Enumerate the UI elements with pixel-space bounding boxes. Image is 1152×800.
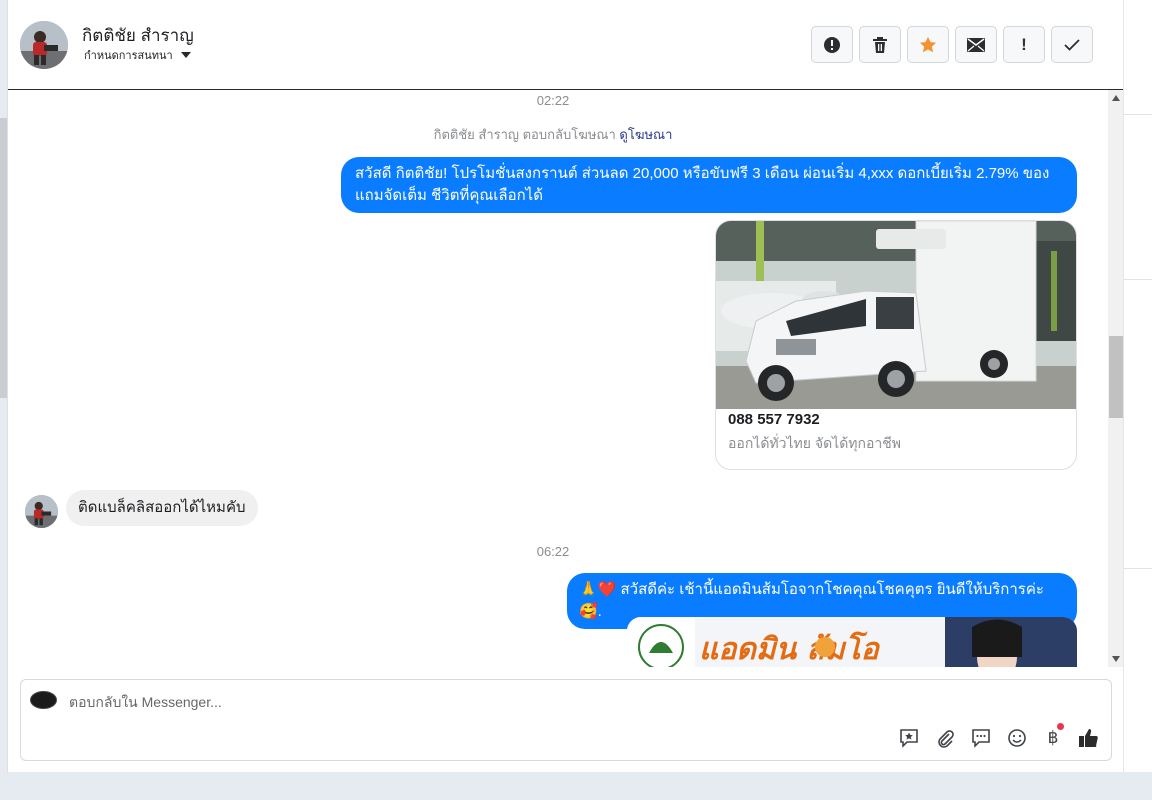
star-button[interactable] (907, 26, 949, 63)
scroll-up-icon[interactable] (1112, 95, 1120, 101)
card-phone-number: 088 557 7932 (728, 411, 820, 428)
done-button[interactable] (1051, 26, 1093, 63)
card-description: ออกได้ทั่วไทย จัดได้ทุกอาชีพ (728, 435, 902, 451)
ad-reply-notice: กิตติชัย สำราญ ตอบกลับโฆษณา ดูโฆษณา (8, 124, 1098, 145)
outgoing-message-promo[interactable]: สวัสดี กิตติชัย! โปรโมชั่นสงกรานต์ ส่วนล… (341, 157, 1077, 213)
ad-card[interactable]: 088 557 7932 ออกได้ทั่วไทย จัดได้ทุกอาชี… (715, 220, 1077, 470)
sender-avatar[interactable] (25, 495, 58, 528)
report-button[interactable] (811, 26, 853, 63)
alert-circle-icon (823, 36, 841, 54)
message-thread[interactable]: 02:22 กิตติชัย สำราญ ตอบกลับโฆษณา ดูโฆษณ… (8, 90, 1124, 667)
banner-text: แอดมิน ส้มโอ (699, 631, 881, 667)
incoming-message[interactable]: ติดแบล็คลิสออกได้ไหมคับ (66, 490, 258, 526)
truck-photo (716, 221, 1076, 409)
important-button[interactable]: ! (1003, 26, 1045, 63)
right-side-panel-edge (1123, 0, 1152, 772)
mail-icon (967, 37, 985, 52)
promo-line-1: สวัสดี กิตติชัย! โปรโมชั่นสงกรานต์ ส่วนล… (355, 165, 1050, 182)
timestamp: 06:22 (536, 544, 570, 559)
contact-name[interactable]: กิตติชัย สำราญ (82, 22, 194, 49)
saved-reply-icon[interactable] (897, 726, 921, 750)
divider (1124, 568, 1152, 569)
baht-label: ฿ (1047, 728, 1059, 747)
exclamation-icon: ! (1021, 34, 1027, 54)
promo-line-2: แถมจัดเต็ม ชีวิตที่คุณเลือกได้ (355, 187, 543, 204)
notification-dot (1057, 723, 1064, 730)
scroll-thumb[interactable] (1109, 336, 1123, 418)
divider (1124, 279, 1152, 280)
chat-icon[interactable] (969, 726, 993, 750)
check-icon (1064, 38, 1080, 51)
reply-composer: ฿ (20, 679, 1112, 761)
conversation-schedule-dropdown[interactable]: กำหนดการสนทนา (84, 46, 191, 64)
view-ad-link[interactable]: ดูโฆษณา (619, 127, 672, 142)
contact-avatar[interactable] (20, 21, 68, 69)
attach-icon[interactable] (933, 726, 957, 750)
composer-toolbar: ฿ (897, 723, 1101, 750)
conversation-header: กิตติชัย สำราญ กำหนดการสนทนา ! (8, 0, 1124, 90)
ad-reply-text: กิตติชัย สำราญ ตอบกลับโฆษณา (433, 127, 616, 142)
mark-unread-button[interactable] (955, 26, 997, 63)
baht-icon[interactable]: ฿ (1041, 723, 1065, 750)
window: กิตติชัย สำราญ กำหนดการสนทนา ! 02:22 กิต… (0, 0, 1152, 800)
conversation-panel: กิตติชัย สำราญ กำหนดการสนทนา ! 02:22 กิต… (7, 0, 1124, 772)
page-avatar (30, 691, 57, 709)
reply-input[interactable] (67, 691, 667, 713)
trash-icon (872, 36, 888, 54)
scroll-down-icon[interactable] (1112, 656, 1120, 662)
timestamp: 02:22 (536, 93, 570, 108)
emoji-icon[interactable] (1005, 726, 1029, 750)
thread-scrollbar[interactable] (1108, 90, 1124, 667)
header-toolbar: ! (811, 26, 1093, 63)
like-icon[interactable] (1077, 726, 1101, 750)
admin-banner-image[interactable]: แอดมิน ส้มโอ (627, 617, 1077, 667)
divider (1124, 114, 1152, 115)
left-scroll-strip (0, 118, 7, 398)
star-icon (919, 36, 937, 54)
schedule-label: กำหนดการสนทนา (84, 50, 173, 62)
caret-down-icon (180, 52, 191, 58)
delete-button[interactable] (859, 26, 901, 63)
